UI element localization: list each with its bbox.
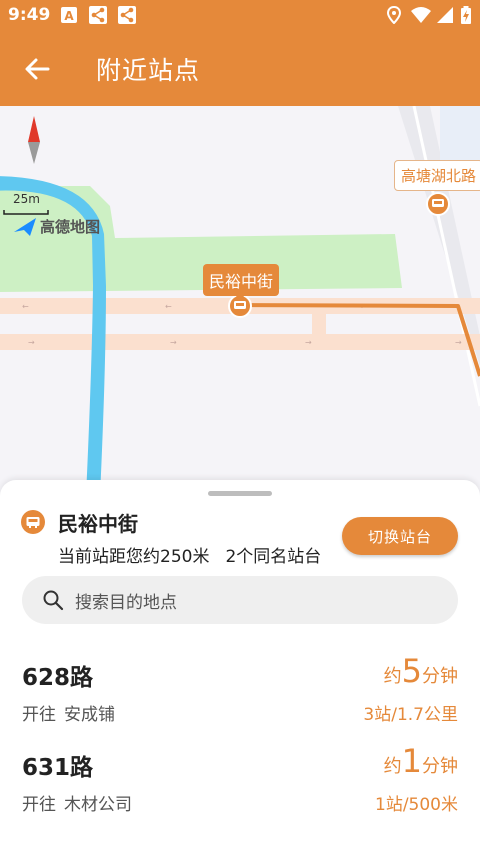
route-item[interactable]: 631路 开往 木材公司 约1分钟 1站/500米	[0, 742, 480, 838]
location-icon	[386, 6, 402, 24]
wifi-icon	[411, 7, 431, 23]
search-bar[interactable]: 搜索目的地点	[22, 576, 458, 624]
route-number: 631路	[22, 755, 94, 781]
stop-distance: 当前站距您约250米	[58, 547, 210, 567]
bus-stop-marker[interactable]	[426, 192, 450, 216]
map-stop-label[interactable]: 民裕中街	[203, 264, 280, 296]
svg-text:→: →	[28, 338, 35, 347]
same-name-count: 2个同名站台	[225, 547, 322, 567]
drag-handle[interactable]	[208, 491, 272, 496]
svg-text:A: A	[64, 9, 74, 23]
map-road-label: 高塘湖北路	[394, 160, 480, 191]
status-bar: 9:49 A	[0, 0, 480, 32]
arrow-left-icon[interactable]	[22, 54, 52, 84]
app-bar: 附近站点	[0, 32, 480, 106]
route-destination: 开往 木材公司	[22, 795, 132, 815]
road-connector	[312, 311, 326, 337]
svg-text:→: →	[170, 338, 177, 347]
bottom-sheet: 民裕中街 当前站距您约250米 2个同名站台 切换站台 搜索目的地点 628路 开…	[0, 480, 480, 853]
road-horizontal-2	[0, 334, 480, 350]
svg-text:←: ←	[165, 302, 172, 311]
route-meta: 1站/500米	[375, 795, 458, 815]
status-time: 9:49	[8, 5, 51, 25]
share-icon	[118, 6, 136, 24]
park-area	[0, 186, 402, 292]
battery-icon	[461, 6, 471, 24]
bus-stop-icon	[21, 510, 45, 534]
svg-text:→: →	[305, 338, 312, 347]
route-meta: 3站/1.7公里	[363, 705, 458, 725]
stop-info: 当前站距您约250米 2个同名站台	[58, 542, 321, 567]
route-item[interactable]: 628路 开往 安成铺 约5分钟 3站/1.7公里	[0, 652, 480, 748]
route-eta: 约1分钟	[383, 742, 458, 780]
svg-text:←: ←	[22, 302, 29, 311]
app-a-icon: A	[61, 7, 77, 23]
route-destination: 开往 安成铺	[22, 705, 115, 725]
search-input[interactable]: 搜索目的地点	[75, 588, 177, 613]
share-icon	[89, 6, 107, 24]
switch-platform-button[interactable]: 切换站台	[342, 517, 458, 555]
compass-icon	[28, 116, 40, 164]
svg-text:→: →	[455, 338, 462, 347]
signal-icon	[437, 7, 453, 23]
map-logo-text: 高德地图	[40, 218, 101, 236]
route-eta: 约5分钟	[383, 652, 458, 690]
page-title: 附近站点	[96, 56, 201, 85]
map-view[interactable]: ←←←← →→→→ 民裕中街 高塘湖北路 25m 高德地图	[0, 106, 480, 496]
route-number: 628路	[22, 665, 94, 691]
stop-name: 民裕中街	[58, 512, 138, 536]
scale-label: 25m	[13, 192, 40, 206]
search-icon	[43, 590, 64, 611]
